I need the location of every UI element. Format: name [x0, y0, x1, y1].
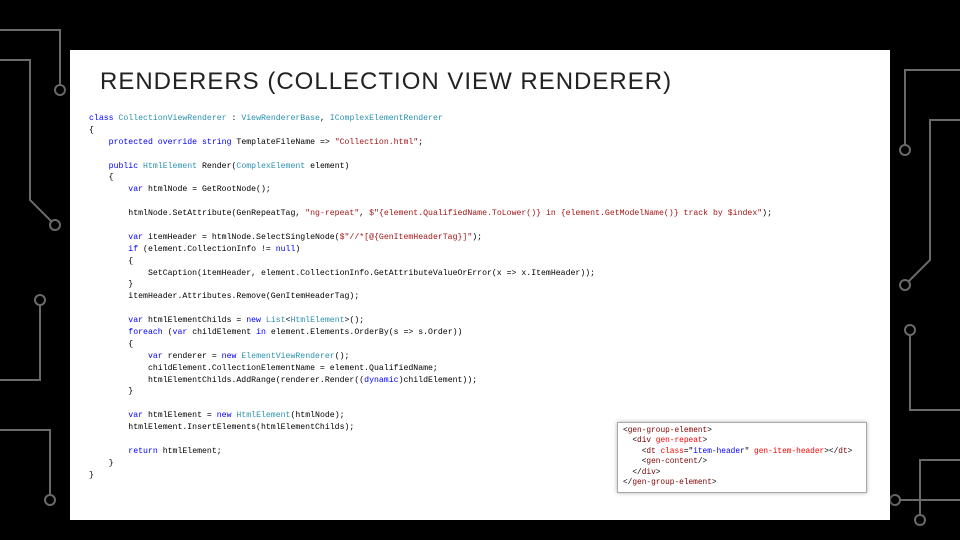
- snippet-token: >: [848, 448, 853, 456]
- code-token: var: [89, 233, 143, 242]
- code-token: htmlElement;: [158, 447, 222, 456]
- code-token: $"//*[@{GenItemHeaderTag}]": [340, 233, 473, 242]
- code-token: {: [89, 340, 133, 349]
- code-token: (htmlNode);: [290, 411, 344, 420]
- code-token: element.Elements.OrderBy(s => s.Order)): [266, 328, 463, 337]
- code-token: HtmlElement: [290, 316, 344, 325]
- code-token: var: [89, 352, 163, 361]
- code-token: dynamic: [364, 376, 398, 385]
- snippet-token: gen-group-element: [632, 479, 712, 487]
- code-token: itemHeader = htmlNode.SelectSingleNode(: [143, 233, 340, 242]
- code-token: htmlElementChilds =: [143, 316, 246, 325]
- code-token: var: [89, 316, 143, 325]
- snippet-token: >: [712, 479, 717, 487]
- code-token: >();: [345, 316, 365, 325]
- snippet-token: div: [637, 437, 651, 445]
- code-token: }: [89, 459, 114, 468]
- code-token: HtmlElement: [138, 162, 197, 171]
- code-token: "Collection.html": [335, 138, 419, 147]
- snippet-token: ></: [824, 448, 838, 456]
- code-token: ): [295, 245, 300, 254]
- code-token: public: [89, 162, 138, 171]
- code-token: var: [89, 411, 143, 420]
- code-token: ViewRendererBase: [241, 114, 320, 123]
- code-token: TemplateFileName =>: [232, 138, 335, 147]
- snippet-token: gen-repeat: [651, 437, 702, 445]
- code-token: ,: [359, 209, 369, 218]
- snippet-token: item-header: [693, 448, 744, 456]
- snippet-token: <: [623, 437, 637, 445]
- code-token: );: [762, 209, 772, 218]
- code-token: HtmlElement: [232, 411, 291, 420]
- code-token: $"{element.QualifiedName.ToLower()} in {…: [369, 209, 762, 218]
- code-token: itemHeader.Attributes.Remove(GenItemHead…: [89, 292, 359, 301]
- code-token: }: [89, 280, 133, 289]
- code-token: var: [89, 185, 143, 194]
- code-token: new: [222, 352, 237, 361]
- code-token: new: [246, 316, 261, 325]
- code-token: )childElement));: [399, 376, 478, 385]
- code-block: class CollectionViewRenderer : ViewRende…: [84, 110, 876, 500]
- snippet-token: gen-content: [646, 458, 697, 466]
- code-token: {: [89, 257, 133, 266]
- code-token: return: [89, 447, 158, 456]
- slide: RENDERERS (COLLECTION VIEW RENDERER) cla…: [70, 50, 890, 520]
- code-token: GenRepeatTag: [236, 209, 295, 218]
- snippet-token: />: [698, 458, 707, 466]
- code-token: (element.CollectionInfo !=: [138, 245, 276, 254]
- snippet-token: dt: [838, 448, 847, 456]
- code-token: childElement: [187, 328, 256, 337]
- code-token: var: [173, 328, 188, 337]
- code-token: htmlElement.InsertElements(htmlElementCh…: [89, 423, 354, 432]
- code-token: htmlNode.SetAttribute(: [89, 209, 236, 218]
- code-token: List: [261, 316, 286, 325]
- code-token: new: [217, 411, 232, 420]
- code-token: ,: [320, 114, 330, 123]
- snippet-token: =": [684, 448, 693, 456]
- code-token: ,: [295, 209, 305, 218]
- code-token: "ng-repeat": [305, 209, 359, 218]
- snippet-token: </: [623, 469, 642, 477]
- code-token: childElement.CollectionElementName = ele…: [89, 364, 438, 373]
- code-token: SetCaption(itemHeader, element.Collectio…: [89, 269, 595, 278]
- snippet-token: dt: [646, 448, 655, 456]
- code-token: class: [89, 114, 114, 123]
- code-token: htmlElement =: [143, 411, 217, 420]
- snippet-token: <: [623, 448, 646, 456]
- code-token: in: [256, 328, 266, 337]
- code-token: renderer =: [163, 352, 222, 361]
- snippet-token: gen-item-header: [749, 448, 824, 456]
- code-token: IComplexElementRenderer: [330, 114, 443, 123]
- code-token: protected override string: [89, 138, 232, 147]
- code-token: if: [89, 245, 138, 254]
- code-token: }: [89, 471, 94, 480]
- code-token: (: [163, 328, 173, 337]
- code-token: ();: [335, 352, 350, 361]
- code-token: htmlElementChilds.AddRange(renderer.Rend…: [89, 376, 364, 385]
- code-token: {: [89, 173, 114, 182]
- snippet-token: >: [656, 469, 661, 477]
- code-token: element): [305, 162, 349, 171]
- html-snippet: <gen-group-element> <div gen-repeat> <dt…: [617, 422, 867, 493]
- snippet-token: <: [623, 458, 646, 466]
- code-token: );: [472, 233, 482, 242]
- code-token: null: [276, 245, 296, 254]
- code-token: :: [227, 114, 242, 123]
- code-token: Render(: [197, 162, 236, 171]
- code-token: }: [89, 387, 133, 396]
- snippet-token: gen-group-element: [628, 427, 708, 435]
- snippet-token: </: [623, 479, 632, 487]
- code-token: ComplexElement: [236, 162, 305, 171]
- snippet-token: >: [703, 437, 708, 445]
- snippet-token: class: [656, 448, 684, 456]
- slide-title: RENDERERS (COLLECTION VIEW RENDERER): [70, 50, 890, 110]
- code-token: foreach: [89, 328, 163, 337]
- snippet-token: >: [707, 427, 712, 435]
- code-token: {: [89, 126, 94, 135]
- snippet-token: div: [642, 469, 656, 477]
- code-token: ;: [418, 138, 423, 147]
- code-token: htmlNode = GetRootNode();: [143, 185, 271, 194]
- code-token: ElementViewRenderer: [236, 352, 334, 361]
- code-token: CollectionViewRenderer: [114, 114, 227, 123]
